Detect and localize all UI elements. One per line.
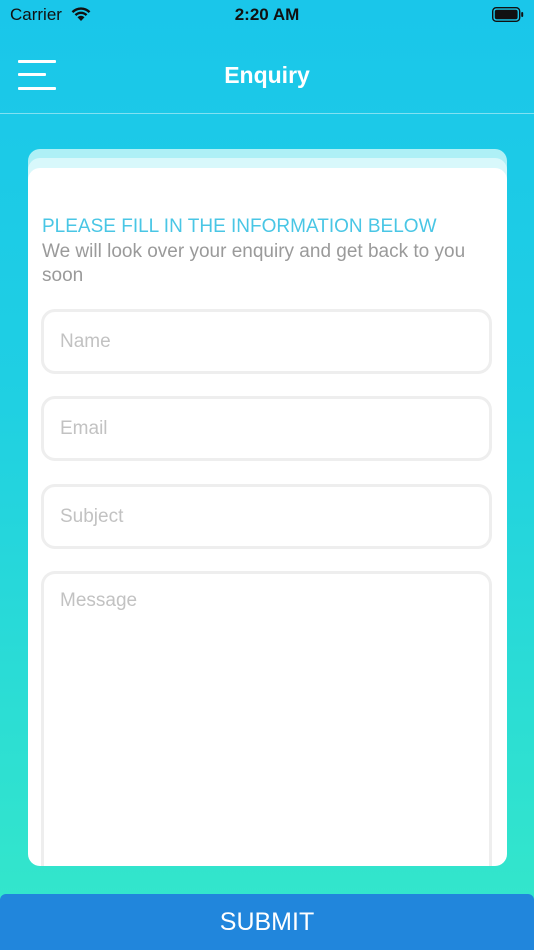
status-bar: Carrier 2:20 AM <box>0 0 534 30</box>
nav-bar: Enquiry <box>0 40 534 114</box>
page-title: Enquiry <box>224 62 310 88</box>
form-heading: PLEASE FILL IN THE INFORMATION BELOW <box>42 216 437 237</box>
name-input[interactable] <box>41 309 492 374</box>
battery-icon <box>492 7 524 22</box>
message-input[interactable] <box>41 571 492 866</box>
enquiry-form-card: PLEASE FILL IN THE INFORMATION BELOW We … <box>28 168 507 866</box>
form-subheading: We will look over your enquiry and get b… <box>42 241 466 286</box>
subject-input[interactable] <box>41 484 492 549</box>
submit-button[interactable]: SUBMIT <box>0 894 534 950</box>
email-input[interactable] <box>41 396 492 461</box>
status-time: 2:20 AM <box>234 5 300 24</box>
